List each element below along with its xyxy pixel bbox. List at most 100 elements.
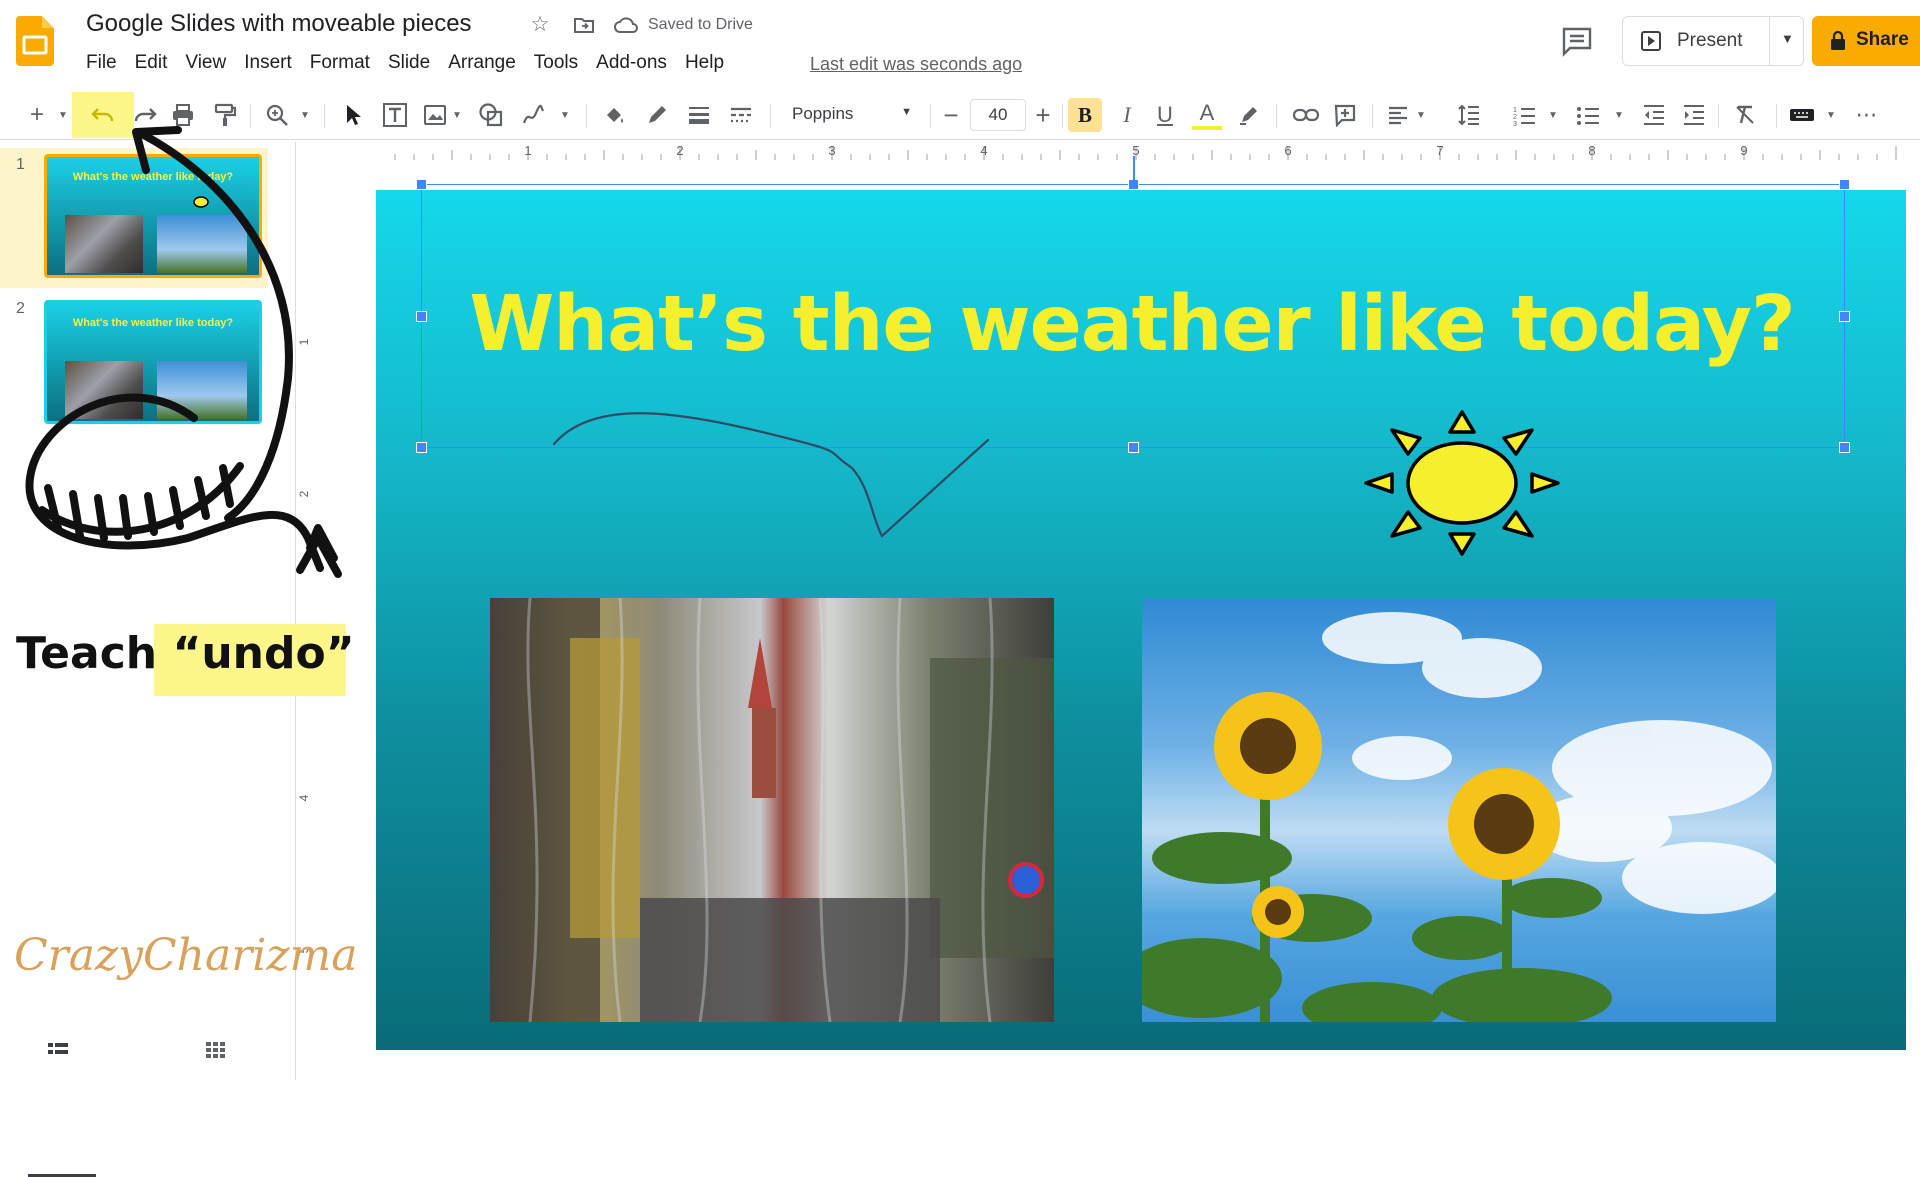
slides-logo-icon[interactable] (16, 16, 54, 66)
image-caret-icon[interactable]: ▼ (450, 100, 464, 130)
teach-prefix: Teach (16, 628, 173, 679)
lock-icon (1831, 31, 1845, 50)
font-caret-icon: ▼ (901, 106, 912, 118)
share-label: Share (1856, 29, 1909, 50)
font-name: Poppins (792, 104, 854, 123)
menu-file[interactable]: File (86, 52, 126, 78)
present-icon (1641, 31, 1661, 51)
last-edit-link[interactable]: Last edit was seconds ago (810, 54, 1022, 75)
border-dash-icon[interactable] (726, 100, 756, 130)
menu-slide[interactable]: Slide (388, 52, 439, 78)
svg-text:1: 1 (1513, 107, 1517, 114)
more-options-icon[interactable]: ⋯ (1852, 100, 1882, 130)
align-icon[interactable] (1384, 100, 1412, 130)
resize-handle[interactable] (416, 179, 427, 190)
ruler-label: 4 (980, 143, 987, 158)
toolbar-separator (1776, 104, 1777, 128)
insert-link-icon[interactable] (1290, 100, 1322, 130)
increase-font-size-icon[interactable]: + (1030, 100, 1056, 130)
text-box-icon[interactable] (380, 100, 410, 130)
line-spacing-icon[interactable] (1454, 100, 1484, 130)
align-caret-icon[interactable]: ▼ (1414, 100, 1428, 130)
drawn-scribble-line[interactable] (552, 408, 992, 542)
svg-text:3: 3 (1513, 121, 1517, 126)
input-tools-caret-icon[interactable]: ▼ (1824, 100, 1838, 130)
decrease-indent-icon[interactable] (1640, 100, 1668, 130)
undo-arrow-annotation (25, 126, 342, 578)
shape-icon[interactable] (476, 100, 506, 130)
toolbar-separator (1276, 104, 1277, 128)
text-color-button[interactable]: A (1192, 100, 1222, 130)
filmstrip-view-icon[interactable] (46, 1040, 70, 1060)
toolbar-separator (1062, 104, 1063, 128)
menu-tools[interactable]: Tools (534, 52, 587, 78)
numbered-list-caret-icon[interactable]: ▼ (1546, 100, 1560, 130)
menubar: File Edit View Insert Format Slide Arran… (86, 52, 742, 78)
ruler-label: 8 (1588, 143, 1595, 158)
menu-arrange[interactable]: Arrange (448, 52, 525, 78)
resize-handle[interactable] (1128, 442, 1139, 453)
watermark-logo: CrazyCharizma (14, 930, 358, 981)
slide-title[interactable]: What’s the weather like today? (412, 280, 1852, 369)
menu-help[interactable]: Help (685, 52, 733, 78)
ruler-label: 1 (524, 143, 531, 158)
svg-text:2: 2 (1513, 114, 1517, 121)
border-color-icon[interactable] (642, 100, 672, 130)
grid-view-icon[interactable] (204, 1040, 228, 1060)
menu-addons[interactable]: Add-ons (596, 52, 676, 78)
ruler-label: 4 (298, 794, 311, 801)
line-caret-icon[interactable]: ▼ (558, 100, 572, 130)
underline-button[interactable]: U (1150, 100, 1180, 130)
border-weight-icon[interactable] (684, 100, 714, 130)
menu-view[interactable]: View (185, 52, 235, 78)
sun-clipart-icon[interactable] (1362, 408, 1562, 558)
toolbar-separator (930, 104, 931, 128)
bulleted-list-caret-icon[interactable]: ▼ (1612, 100, 1626, 130)
teach-undo-caption: Teach “undo” (16, 628, 355, 679)
bold-button[interactable]: B (1068, 98, 1102, 132)
clear-formatting-icon[interactable] (1730, 100, 1760, 130)
share-button[interactable]: Share (1812, 16, 1920, 66)
menu-insert[interactable]: Insert (244, 52, 301, 78)
saved-status: Saved to Drive (648, 16, 753, 33)
menu-format[interactable]: Format (310, 52, 379, 78)
menu-edit[interactable]: Edit (135, 52, 177, 78)
ruler-label: 6 (1284, 143, 1291, 158)
font-size-input[interactable]: 40 (970, 99, 1026, 131)
present-label: Present (1677, 30, 1743, 51)
toolbar-separator (586, 104, 587, 128)
font-family-select[interactable]: Poppins ▼ (782, 98, 922, 130)
star-icon[interactable]: ☆ (528, 13, 552, 37)
resize-handle[interactable] (1839, 179, 1850, 190)
ruler-label: 9 (1740, 143, 1747, 158)
increase-indent-icon[interactable] (1680, 100, 1708, 130)
document-title[interactable]: Google Slides with moveable pieces (86, 10, 472, 38)
line-icon[interactable] (518, 100, 548, 130)
comment-history-icon[interactable] (1560, 24, 1594, 58)
insert-image-icon[interactable] (420, 100, 450, 130)
numbered-list-icon[interactable]: 123 (1510, 100, 1538, 130)
move-folder-icon[interactable] (572, 13, 596, 37)
ruler-label: 2 (676, 143, 683, 158)
highlight-color-icon[interactable] (1234, 100, 1264, 130)
bulleted-list-icon[interactable] (1574, 100, 1602, 130)
toolbar-separator (1372, 104, 1373, 128)
sunflower-photo-art (1142, 612, 1776, 1022)
rain-photo-art (490, 598, 1054, 1022)
italic-button[interactable]: I (1112, 100, 1142, 130)
ruler-label: 7 (1436, 143, 1443, 158)
resize-handle[interactable] (1839, 442, 1850, 453)
input-tools-icon[interactable] (1786, 100, 1818, 130)
sunflowers-photo[interactable] (1142, 598, 1776, 1022)
rotate-handle-line (1133, 156, 1135, 184)
slide-canvas[interactable]: What’s the weather like today? (376, 156, 1906, 1050)
present-options-caret-icon[interactable]: ▼ (1781, 31, 1794, 46)
fill-color-icon[interactable] (600, 100, 630, 130)
resize-handle[interactable] (416, 442, 427, 453)
present-button[interactable]: Present ▼ (1622, 16, 1804, 66)
add-comment-icon[interactable] (1330, 100, 1360, 130)
decrease-font-size-icon[interactable]: − (938, 100, 964, 130)
rainy-street-photo[interactable] (490, 598, 1054, 1022)
present-divider (1769, 17, 1770, 65)
teach-word: “undo” (172, 628, 355, 679)
